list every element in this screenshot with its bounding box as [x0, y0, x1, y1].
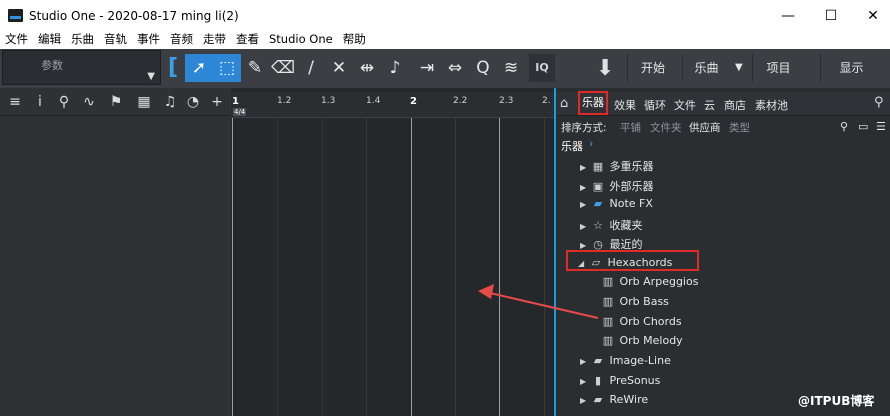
- arrow-head: [478, 284, 494, 299]
- arrow-line: [489, 292, 599, 319]
- watermark: @ITPUB博客: [798, 394, 875, 408]
- annotation-arrow: [478, 284, 599, 319]
